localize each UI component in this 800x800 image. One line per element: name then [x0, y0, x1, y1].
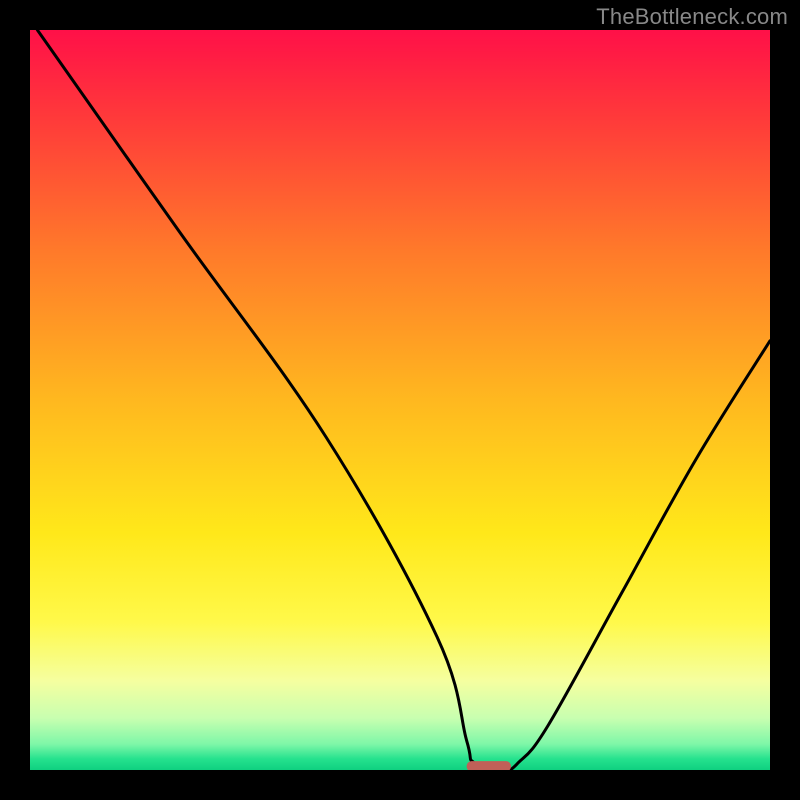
chart-svg — [30, 30, 770, 770]
plot-area — [30, 30, 770, 770]
optimum-marker — [467, 761, 511, 770]
chart-frame: TheBottleneck.com — [0, 0, 800, 800]
watermark-text: TheBottleneck.com — [596, 4, 788, 30]
gradient-background — [30, 30, 770, 770]
